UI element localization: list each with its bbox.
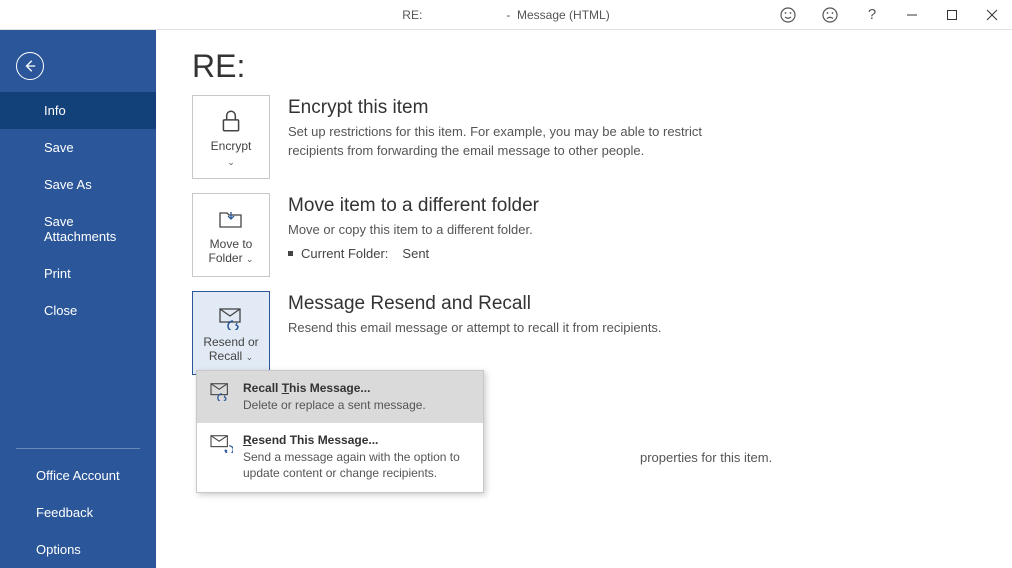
menu-item-recall[interactable]: Recall This Message... Delete or replace… xyxy=(197,371,483,423)
menu-resend-desc: Send a message again with the option to … xyxy=(243,449,471,481)
sidebar-divider xyxy=(16,448,140,449)
folder-move-icon xyxy=(218,205,244,233)
title-caption: - Message (HTML) xyxy=(506,8,609,22)
move-label: Move to Folder ⌄ xyxy=(197,237,265,266)
resend-desc: Resend this email message or attempt to … xyxy=(288,319,748,338)
bullet-icon xyxy=(288,251,293,256)
resend-recall-menu: Recall This Message... Delete or replace… xyxy=(196,370,484,493)
section-move: Move to Folder ⌄ Move item to a differen… xyxy=(192,193,976,277)
sidebar-item-options[interactable]: Options xyxy=(0,531,156,568)
menu-item-resend[interactable]: Resend This Message... Send a message ag… xyxy=(197,423,483,491)
title-bar: RE: - Message (HTML) ? xyxy=(0,0,1012,30)
sidebar-item-office-account[interactable]: Office Account xyxy=(0,457,156,494)
move-to-folder-button[interactable]: Move to Folder ⌄ xyxy=(192,193,270,277)
resend-label: Resend or Recall ⌄ xyxy=(197,335,265,364)
encrypt-title: Encrypt this item xyxy=(288,97,976,119)
envelope-recall-icon xyxy=(218,303,244,331)
lock-icon xyxy=(218,107,244,135)
current-folder-row: Current Folder: Sent xyxy=(288,246,976,261)
backstage-sidebar: Info Save Save As Save Attachments Print… xyxy=(0,30,156,568)
menu-resend-title: Resend This Message... xyxy=(243,433,471,447)
title-subject: RE: xyxy=(402,8,422,22)
sidebar-item-save-as[interactable]: Save As xyxy=(0,166,156,203)
current-folder-label: Current Folder: xyxy=(301,246,388,261)
sad-face-icon[interactable] xyxy=(810,0,850,30)
menu-recall-title: Recall This Message... xyxy=(243,381,471,395)
encrypt-desc: Set up restrictions for this item. For e… xyxy=(288,123,748,161)
happy-face-icon[interactable] xyxy=(768,0,808,30)
envelope-resend-icon xyxy=(209,433,233,456)
encrypt-label: Encrypt xyxy=(211,139,252,153)
encrypt-button[interactable]: Encrypt ⌄ xyxy=(192,95,270,179)
envelope-recall-icon xyxy=(209,381,233,404)
move-title: Move item to a different folder xyxy=(288,195,976,217)
page-title: RE: xyxy=(192,48,976,85)
maximize-button[interactable] xyxy=(932,0,972,30)
sidebar-item-feedback[interactable]: Feedback xyxy=(0,494,156,531)
back-button[interactable] xyxy=(16,52,44,80)
section-resend: Resend or Recall ⌄ Message Resend and Re… xyxy=(192,291,976,375)
current-folder-value: Sent xyxy=(402,246,429,261)
window-title: RE: - Message (HTML) xyxy=(402,8,609,22)
resend-or-recall-button[interactable]: Resend or Recall ⌄ xyxy=(192,291,270,375)
sidebar-item-close[interactable]: Close xyxy=(0,292,156,329)
sidebar-item-save[interactable]: Save xyxy=(0,129,156,166)
resend-title: Message Resend and Recall xyxy=(288,293,976,315)
section-encrypt: Encrypt ⌄ Encrypt this item Set up restr… xyxy=(192,95,976,179)
minimize-button[interactable] xyxy=(892,0,932,30)
close-button[interactable] xyxy=(972,0,1012,30)
move-desc: Move or copy this item to a different fo… xyxy=(288,221,748,240)
menu-recall-desc: Delete or replace a sent message. xyxy=(243,397,471,413)
properties-text-fragment: properties for this item. xyxy=(640,450,772,465)
chevron-down-icon: ⌄ xyxy=(227,158,235,167)
sidebar-item-print[interactable]: Print xyxy=(0,255,156,292)
help-button[interactable]: ? xyxy=(852,0,892,30)
sidebar-item-save-attachments[interactable]: Save Attachments xyxy=(0,203,156,255)
sidebar-item-info[interactable]: Info xyxy=(0,92,156,129)
